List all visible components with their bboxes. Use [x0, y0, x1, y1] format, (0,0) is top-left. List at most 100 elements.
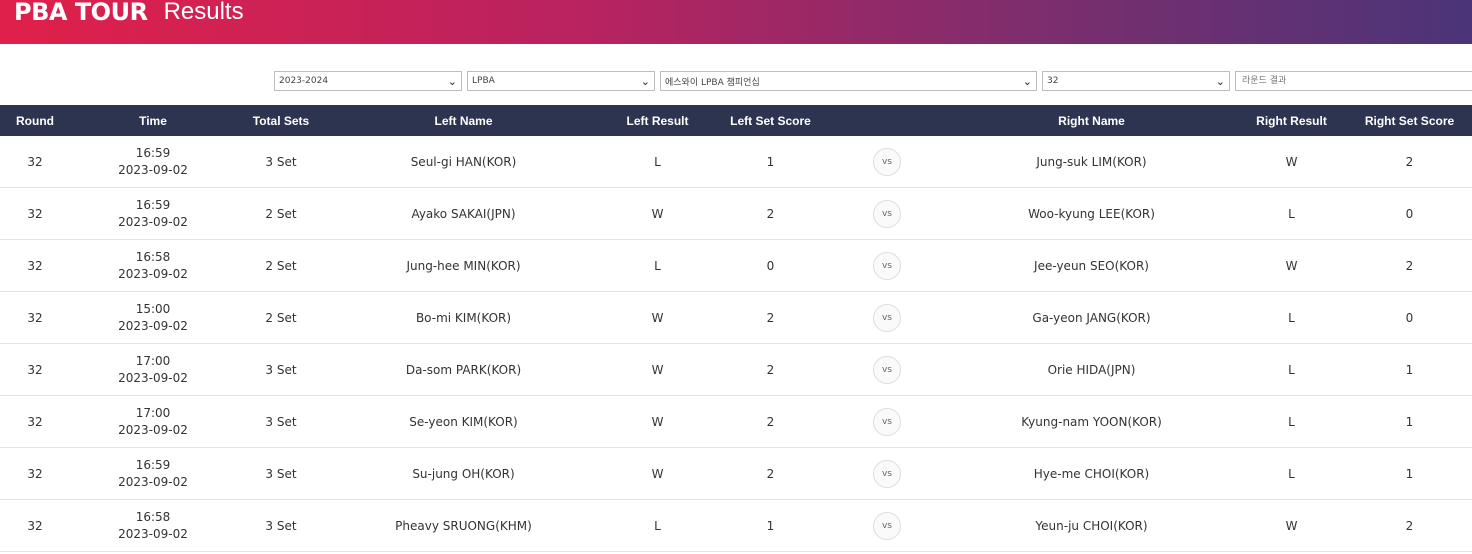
right-player-name[interactable]: Jung-suk LIM(KOR)	[947, 136, 1236, 188]
left-set-score-cell: 1	[714, 499, 827, 552]
match-time: 16:58	[135, 509, 171, 524]
tournament-select-value: 에스와이 LPBA 챔피언십	[665, 77, 760, 88]
vs-badge[interactable]: vs	[873, 407, 901, 436]
round-cell: 32	[0, 499, 70, 552]
match-date: 2023-09-02	[118, 370, 188, 385]
match-time: 16:59	[135, 145, 171, 160]
tournament-select[interactable]: 에스와이 LPBA 챔피언십 ⌄	[660, 71, 1037, 91]
right-set-score-cell: 2	[1347, 136, 1472, 188]
round-select[interactable]: 32 ⌄	[1042, 71, 1230, 91]
total-sets-cell: 3 Set	[236, 499, 326, 552]
left-result-cell: L	[601, 136, 714, 188]
round-cell: 32	[0, 239, 70, 292]
filter-bar: 2023-2024 ⌄ LPBA ⌄ 에스와이 LPBA 챔피언십 ⌄ 32 ⌄	[274, 71, 1472, 91]
column-header-round[interactable]: Round	[0, 105, 70, 136]
left-player-name[interactable]: Seul-gi HAN(KOR)	[326, 136, 601, 188]
table-row[interactable]: 32 16:58 2023-09-02 2 Set Jung-hee MIN(KOR) L…	[0, 239, 1472, 292]
right-result-cell: W	[1236, 239, 1347, 292]
table-header-row: Round Time Total Sets Left Name Left Res…	[0, 105, 1472, 136]
vs-badge[interactable]: vs	[873, 303, 901, 332]
column-header-time[interactable]: Time	[70, 105, 236, 136]
column-header-right-name[interactable]: Right Name	[947, 105, 1236, 136]
match-time: 16:59	[135, 197, 171, 212]
left-result-cell: L	[601, 499, 714, 552]
total-sets-cell: 2 Set	[236, 187, 326, 240]
round-cell: 32	[0, 395, 70, 448]
total-sets-cell: 3 Set	[236, 395, 326, 448]
vs-cell: vs	[827, 239, 947, 292]
left-player-name[interactable]: Bo-mi KIM(KOR)	[326, 291, 601, 344]
left-set-score-cell: 2	[714, 343, 827, 396]
table-row[interactable]: 32 15:00 2023-09-02 2 Set Bo-mi KIM(KOR) W 2 vs…	[0, 291, 1472, 344]
right-player-name[interactable]: Kyung-nam YOON(KOR)	[947, 395, 1236, 448]
vs-badge[interactable]: vs	[873, 147, 901, 176]
match-time: 16:58	[135, 249, 171, 264]
table-row[interactable]: 32 17:00 2023-09-02 3 Set Da-som PARK(KOR) W 2…	[0, 343, 1472, 396]
right-set-score-cell: 2	[1347, 239, 1472, 292]
pba-tour-logo[interactable]: PBA TOUR	[14, 0, 148, 26]
time-cell: 17:00 2023-09-02	[70, 343, 236, 396]
left-player-name[interactable]: Da-som PARK(KOR)	[326, 343, 601, 396]
left-set-score-cell: 0	[714, 239, 827, 292]
right-player-name[interactable]: Ga-yeon JANG(KOR)	[947, 291, 1236, 344]
left-player-name[interactable]: Su-jung OH(KOR)	[326, 447, 601, 500]
season-select-value: 2023-2024	[279, 76, 329, 86]
time-cell: 16:58 2023-09-02	[70, 239, 236, 292]
left-player-name[interactable]: Jung-hee MIN(KOR)	[326, 239, 601, 292]
column-header-right-result[interactable]: Right Result	[1236, 105, 1347, 136]
column-header-left-set-score[interactable]: Left Set Score	[714, 105, 827, 136]
table-row[interactable]: 32 16:59 2023-09-02 3 Set Seul-gi HAN(KOR) L 1…	[0, 136, 1472, 188]
league-select[interactable]: LPBA ⌄	[467, 71, 655, 91]
time-cell: 16:59 2023-09-02	[70, 136, 236, 188]
right-player-name[interactable]: Jee-yeun SEO(KOR)	[947, 239, 1236, 292]
time-cell: 15:00 2023-09-02	[70, 291, 236, 344]
page-title: Results	[163, 0, 244, 25]
match-time: 16:59	[135, 457, 171, 472]
match-date: 2023-09-02	[118, 266, 188, 281]
table-row[interactable]: 32 17:00 2023-09-02 3 Set Se-yeon KIM(KOR) W 2…	[0, 395, 1472, 448]
time-cell: 16:59 2023-09-02	[70, 447, 236, 500]
left-set-score-cell: 1	[714, 136, 827, 188]
right-player-name[interactable]: Orie HIDA(JPN)	[947, 343, 1236, 396]
season-select[interactable]: 2023-2024 ⌄	[274, 71, 462, 91]
chevron-down-icon: ⌄	[640, 74, 650, 88]
match-date: 2023-09-02	[118, 526, 188, 541]
column-header-left-result[interactable]: Left Result	[601, 105, 714, 136]
vs-cell: vs	[827, 395, 947, 448]
match-time: 17:00	[135, 353, 171, 368]
right-set-score-cell: 1	[1347, 343, 1472, 396]
vs-badge[interactable]: vs	[873, 251, 901, 280]
left-set-score-cell: 2	[714, 187, 827, 240]
table-row[interactable]: 32 16:59 2023-09-02 2 Set Ayako SAKAI(JPN) W 2…	[0, 187, 1472, 240]
column-header-total-sets[interactable]: Total Sets	[236, 105, 326, 136]
right-player-name[interactable]: Woo-kyung LEE(KOR)	[947, 187, 1236, 240]
vs-badge[interactable]: vs	[873, 459, 901, 488]
column-header-left-name[interactable]: Left Name	[326, 105, 601, 136]
total-sets-cell: 3 Set	[236, 343, 326, 396]
left-result-cell: W	[601, 291, 714, 344]
left-player-name[interactable]: Ayako SAKAI(JPN)	[326, 187, 601, 240]
table-row[interactable]: 32 16:59 2023-09-02 3 Set Su-jung OH(KOR) W 2 v…	[0, 447, 1472, 500]
left-set-score-cell: 2	[714, 395, 827, 448]
chevron-down-icon: ⌄	[1022, 74, 1032, 88]
right-player-name[interactable]: Yeun-ju CHOI(KOR)	[947, 499, 1236, 552]
left-set-score-cell: 2	[714, 447, 827, 500]
results-table: Round Time Total Sets Left Name Left Res…	[0, 105, 1472, 552]
left-result-cell: W	[601, 447, 714, 500]
left-player-name[interactable]: Pheavy SRUONG(KHM)	[326, 499, 601, 552]
vs-badge[interactable]: vs	[873, 511, 901, 540]
left-result-cell: W	[601, 395, 714, 448]
league-select-value: LPBA	[472, 76, 495, 86]
round-select-value: 32	[1047, 76, 1059, 86]
left-result-cell: W	[601, 343, 714, 396]
match-time: 17:00	[135, 405, 171, 420]
right-player-name[interactable]: Hye-me CHOI(KOR)	[947, 447, 1236, 500]
column-header-right-set-score[interactable]: Right Set Score	[1347, 105, 1472, 136]
vs-badge[interactable]: vs	[873, 199, 901, 228]
round-cell: 32	[0, 447, 70, 500]
left-player-name[interactable]: Se-yeon KIM(KOR)	[326, 395, 601, 448]
vs-badge[interactable]: vs	[873, 355, 901, 384]
left-result-cell: L	[601, 239, 714, 292]
round-results-input[interactable]	[1235, 71, 1472, 91]
table-row[interactable]: 32 16:58 2023-09-02 3 Set Pheavy SRUONG(KHM)…	[0, 499, 1472, 552]
